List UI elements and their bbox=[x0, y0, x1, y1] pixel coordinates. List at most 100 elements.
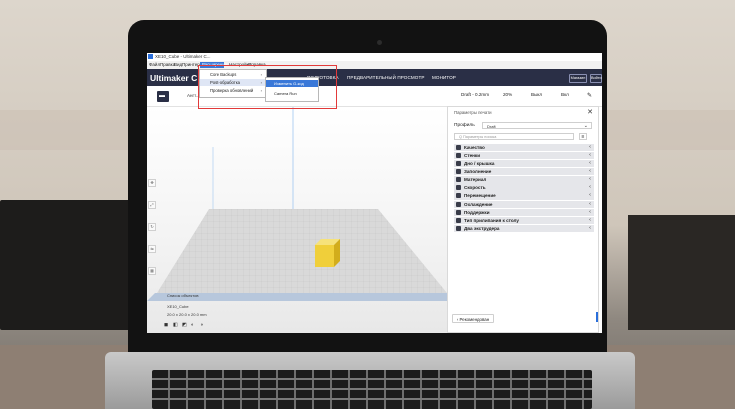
category-label: Охлаждение bbox=[464, 201, 493, 207]
view-top-icon[interactable]: ◩ bbox=[182, 322, 187, 328]
view-left-icon[interactable]: ◐ bbox=[191, 322, 194, 328]
panel-title: Параметры печати bbox=[454, 110, 492, 115]
3d-viewport[interactable]: ✥ ⤢ ↻ ⇋ ▦ Список объектов XE10_Cube 20.0… bbox=[147, 107, 457, 333]
chevron-left-icon: ‹ bbox=[589, 168, 591, 175]
view-3d-icon[interactable]: ◼ bbox=[164, 322, 168, 328]
annotation-highlight-box bbox=[198, 65, 337, 109]
category-topbottom[interactable]: Дно / крышка ‹ bbox=[454, 160, 594, 168]
chevron-left-icon: ‹ bbox=[589, 152, 591, 159]
recommended-label: Рекомендован bbox=[459, 317, 490, 322]
edit-settings-icon[interactable]: ✎ bbox=[587, 92, 592, 99]
webcam bbox=[377, 40, 382, 45]
category-travel[interactable]: Перемещение ‹ bbox=[454, 192, 594, 200]
category-label: Тип прилипания к столу bbox=[464, 217, 519, 223]
infill-icon bbox=[456, 169, 461, 175]
chevron-left-icon: ‹ bbox=[589, 176, 591, 183]
menu-file[interactable]: Файл bbox=[149, 62, 160, 67]
infill-value: 20% bbox=[503, 92, 513, 97]
profile-label: Профиль bbox=[454, 123, 475, 128]
object-list-toggle[interactable]: Список объектов bbox=[167, 293, 198, 298]
rotate-tool-icon[interactable]: ↻ bbox=[148, 223, 156, 231]
build-plate-scene bbox=[147, 107, 457, 301]
profile-summary[interactable]: Draft - 0.2mm bbox=[461, 92, 489, 97]
recommended-button[interactable]: ‹ Рекомендован bbox=[452, 314, 494, 323]
marketplace-button[interactable]: Магазин bbox=[569, 74, 587, 83]
category-adhesion[interactable]: Тип прилипания к столу ‹ bbox=[454, 216, 594, 224]
quality-icon bbox=[456, 145, 461, 150]
category-label: Качество bbox=[464, 145, 485, 150]
print-settings-panel: Параметры печати ✕ Профиль Draft ⌄ Q Пар… bbox=[447, 106, 599, 333]
settings-category-list: Качество ‹ Стенки ‹ Дно / крышка ‹ Заполнен… bbox=[454, 144, 594, 233]
category-label: Заполнение bbox=[464, 169, 492, 175]
category-label: Перемещение bbox=[464, 193, 496, 199]
travel-icon bbox=[456, 193, 461, 199]
panel-scrollbar[interactable] bbox=[596, 312, 598, 322]
settings-search-input[interactable]: Q Параметры поиска bbox=[454, 133, 574, 140]
open-file-button[interactable]: ▬ bbox=[157, 91, 169, 102]
chevron-left-icon: ‹ bbox=[589, 216, 591, 223]
left-toolbar: ✥ ⤢ ↻ ⇋ ▦ bbox=[148, 179, 156, 289]
category-label: Стенки bbox=[464, 153, 481, 159]
chevron-left-icon: ‹ bbox=[589, 160, 591, 167]
build-plate-grid bbox=[157, 209, 447, 293]
adhesion-icon bbox=[456, 217, 461, 223]
signin-button[interactable]: Войти bbox=[590, 74, 602, 83]
material-icon bbox=[456, 177, 461, 183]
chevron-left-icon: ‹ bbox=[589, 224, 591, 231]
screen: XE10_Cube - Ultimaker C... Файл Правка В… bbox=[147, 53, 602, 333]
chevron-left-icon: ‹ bbox=[589, 184, 591, 191]
support-icon bbox=[456, 209, 461, 215]
chevron-left-icon: ‹ bbox=[589, 192, 591, 199]
mirror-tool-icon[interactable]: ⇋ bbox=[148, 245, 156, 253]
keyboard-row bbox=[152, 388, 592, 390]
category-label: Дно / крышка bbox=[464, 161, 495, 167]
app-logo: Ultimaker C bbox=[150, 73, 198, 83]
category-material[interactable]: Материал ‹ bbox=[454, 176, 594, 184]
window-title: XE10_Cube - Ultimaker C... bbox=[155, 54, 211, 59]
tab-monitor[interactable]: МОНИТОР bbox=[432, 75, 456, 80]
category-infill[interactable]: Заполнение ‹ bbox=[454, 168, 594, 176]
object-dimensions: 20.0 x 20.0 x 20.0 mm bbox=[167, 312, 207, 317]
category-support[interactable]: Поддержки ‹ bbox=[454, 208, 594, 216]
adhesion-value: Вкл bbox=[561, 92, 569, 97]
profile-dropdown[interactable]: Draft ⌄ bbox=[482, 122, 592, 129]
close-icon[interactable]: ✕ bbox=[587, 108, 593, 116]
settings-menu-icon[interactable]: ≡ bbox=[579, 133, 587, 140]
support-blocker-icon[interactable]: ▦ bbox=[148, 267, 156, 275]
background-cabinet-right bbox=[628, 215, 735, 330]
menu-edit[interactable]: Правка bbox=[160, 62, 175, 67]
category-label: Скорость bbox=[464, 185, 486, 191]
chevron-left-icon: ‹ bbox=[589, 144, 591, 150]
tab-preview[interactable]: ПРЕДВАРИТЕЛЬНЫЙ ПРОСМОТР bbox=[347, 75, 425, 80]
support-value: Выкл bbox=[531, 92, 543, 97]
category-dual-extrusion[interactable]: Два экструдера ‹ bbox=[454, 224, 594, 232]
dual-icon bbox=[456, 225, 461, 231]
walls-icon bbox=[456, 153, 461, 159]
topbottom-icon bbox=[456, 161, 461, 167]
window-titlebar: XE10_Cube - Ultimaker C... bbox=[147, 53, 602, 61]
chevron-left-icon: ‹ bbox=[589, 208, 591, 215]
cooling-icon bbox=[456, 201, 461, 207]
chevron-down-icon: ⌄ bbox=[583, 123, 588, 129]
move-tool-icon[interactable]: ✥ bbox=[148, 179, 156, 187]
keyboard-row bbox=[152, 398, 592, 400]
menu-view[interactable]: Вид bbox=[174, 62, 182, 67]
background-cabinet bbox=[0, 200, 130, 330]
app-icon bbox=[148, 54, 153, 59]
folder-icon: ▬ bbox=[159, 93, 165, 99]
profile-value: Draft bbox=[487, 124, 496, 129]
category-quality[interactable]: Качество ‹ bbox=[454, 144, 594, 152]
chevron-left-icon: ‹ bbox=[589, 200, 591, 207]
keyboard-row bbox=[152, 378, 592, 380]
speed-icon bbox=[456, 185, 461, 191]
category-walls[interactable]: Стенки ‹ bbox=[454, 152, 594, 160]
cube-front bbox=[315, 245, 334, 267]
view-front-icon[interactable]: ◧ bbox=[173, 322, 178, 328]
category-speed[interactable]: Скорость ‹ bbox=[454, 184, 594, 192]
category-cooling[interactable]: Охлаждение ‹ bbox=[454, 200, 594, 208]
object-file-name: XE10_Cube bbox=[167, 304, 189, 309]
view-right-icon[interactable]: ◑ bbox=[200, 322, 203, 328]
category-label: Поддержки bbox=[464, 209, 490, 215]
scale-tool-icon[interactable]: ⤢ bbox=[148, 201, 156, 209]
category-label: Два экструдера bbox=[464, 225, 500, 231]
